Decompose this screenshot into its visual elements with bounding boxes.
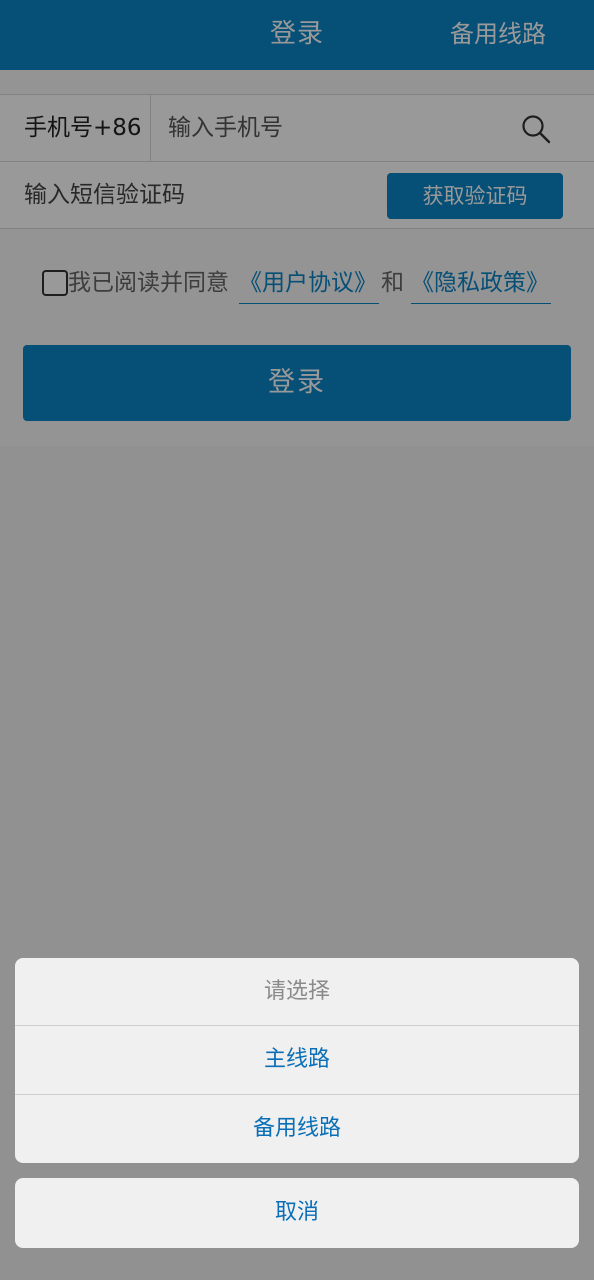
option-backup-route[interactable]: 备用线路 <box>15 1095 579 1163</box>
option-main-route[interactable]: 主线路 <box>15 1026 579 1095</box>
sheet-title: 请选择 <box>15 958 579 1026</box>
cancel-button[interactable]: 取消 <box>15 1178 579 1248</box>
route-action-sheet: 请选择 主线路 备用线路 <box>15 958 579 1163</box>
